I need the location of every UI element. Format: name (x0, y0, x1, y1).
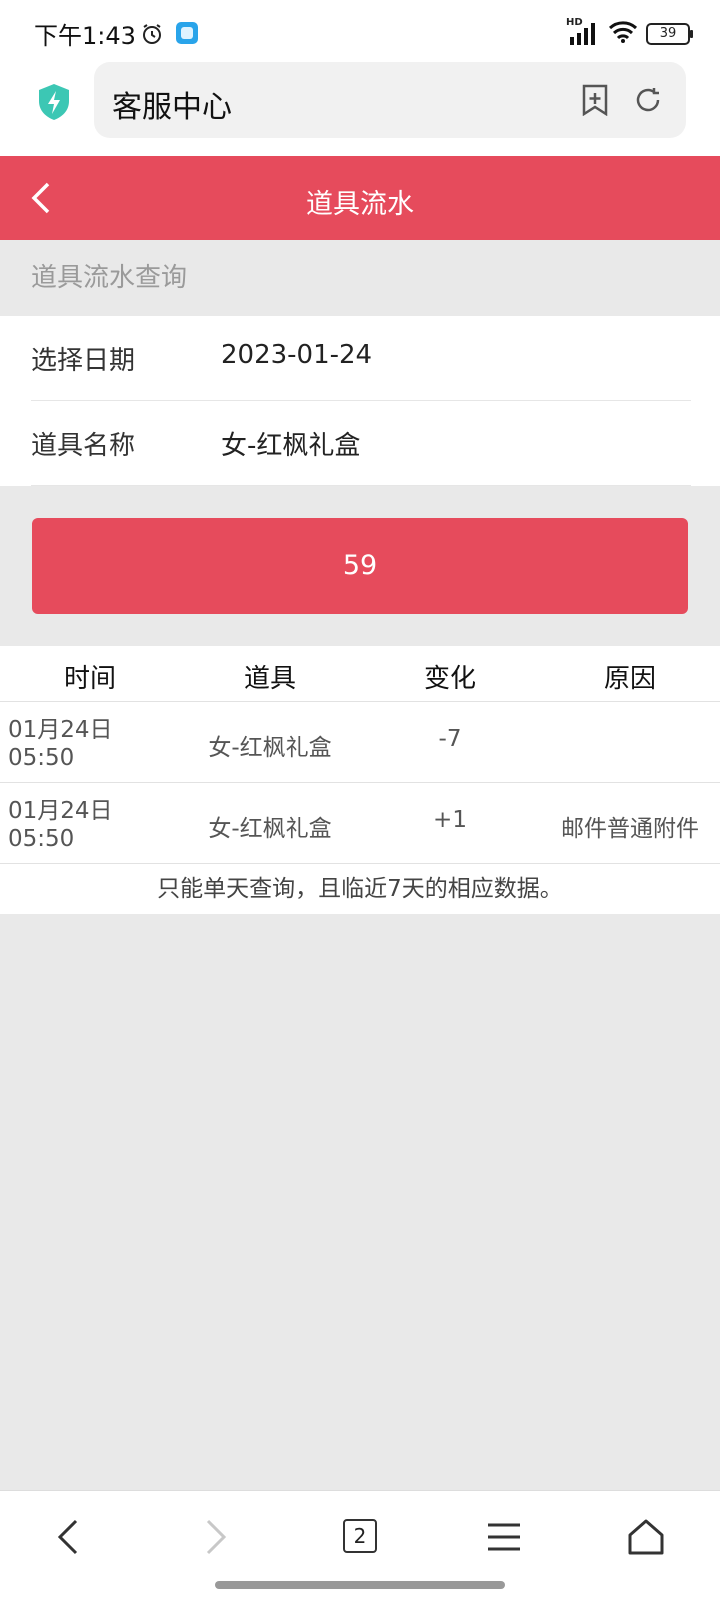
signal-icon: HD (566, 17, 600, 47)
row-clock: 05:50 (8, 826, 75, 852)
records-table: 时间 道具 变化 原因 01月24日 05:50 女-红枫礼盒 -7 01月24… (0, 646, 720, 914)
app-header: 道具流水 (0, 156, 720, 240)
row-item: 女-红枫礼盒 (208, 735, 332, 761)
nav-forward-icon[interactable] (190, 1513, 238, 1561)
tabs-count: 2 (343, 1519, 377, 1553)
query-button[interactable]: 59 (32, 518, 688, 614)
header-change: 变化 (423, 664, 476, 694)
row-change: -7 (438, 726, 462, 752)
tabs-button[interactable]: 2 (336, 1513, 384, 1561)
row-item: 女-红枫礼盒 (208, 816, 332, 842)
home-icon[interactable] (622, 1513, 670, 1561)
status-bar: 下午1:43 HD 39 (0, 0, 720, 62)
item-row[interactable]: 道具名称 女-红枫礼盒 (31, 401, 691, 486)
query-form: 选择日期 2023-01-24 道具名称 女-红枫礼盒 (0, 316, 720, 486)
query-note: 只能单天查询，且临近7天的相应数据。 (157, 876, 563, 902)
alarm-icon (140, 22, 164, 50)
wifi-icon (608, 20, 638, 48)
menu-icon[interactable] (480, 1513, 528, 1561)
table-header: 时间 道具 变化 原因 (0, 646, 720, 702)
address-bar[interactable]: 客服中心 (94, 62, 686, 138)
header-reason: 原因 (603, 664, 656, 694)
row-time: 01月24日 05:50 (8, 797, 148, 853)
shield-icon[interactable] (36, 82, 72, 126)
item-value[interactable]: 女-红枫礼盒 (221, 425, 360, 462)
row-date: 01月24日 (8, 798, 113, 824)
nav-back-icon[interactable] (46, 1513, 94, 1561)
row-change: +1 (433, 807, 467, 833)
page-title: 客服中心 (112, 90, 232, 125)
status-time: 下午1:43 (34, 22, 136, 50)
row-reason: 邮件普通附件 (561, 816, 699, 842)
item-label: 道具名称 (31, 431, 136, 461)
browser-bar: 客服中心 (0, 62, 720, 156)
refresh-icon[interactable] (632, 84, 664, 120)
date-value[interactable]: 2023-01-24 (221, 340, 372, 370)
header-item: 道具 (243, 664, 296, 694)
section-label: 道具流水查询 (31, 263, 188, 293)
bottom-nav: 2 (0, 1490, 720, 1601)
row-clock: 05:50 (8, 745, 75, 771)
row-time: 01月24日 05:50 (8, 716, 148, 772)
header-title: 道具流水 (306, 189, 414, 220)
battery-icon: 39 (646, 23, 693, 45)
app-notification-icon (176, 22, 198, 44)
date-label: 选择日期 (31, 346, 136, 376)
home-indicator[interactable] (215, 1581, 505, 1589)
table-row: 01月24日 05:50 女-红枫礼盒 -7 (0, 702, 720, 783)
date-row[interactable]: 选择日期 2023-01-24 (31, 316, 691, 401)
table-row: 01月24日 05:50 女-红枫礼盒 +1 邮件普通附件 (0, 783, 720, 864)
row-date: 01月24日 (8, 717, 113, 743)
bookmark-add-icon[interactable] (580, 84, 610, 120)
header-time: 时间 (63, 664, 116, 694)
